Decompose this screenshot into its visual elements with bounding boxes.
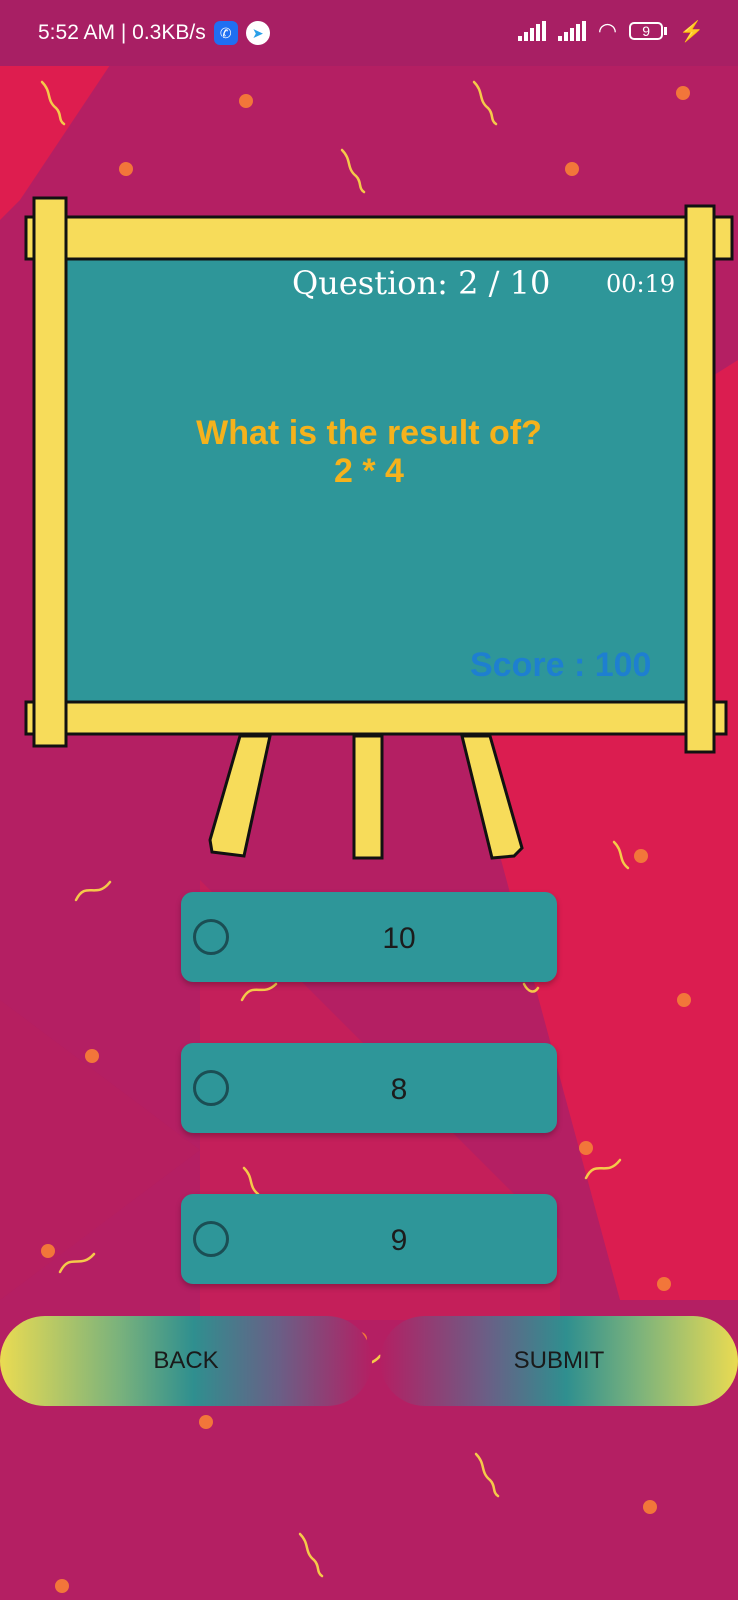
answer-option[interactable]: 9 — [181, 1194, 557, 1284]
answer-option-label: 8 — [390, 1073, 408, 1106]
prompt-expression: 2 * 4 — [334, 452, 404, 490]
answer-option-label: 9 — [390, 1224, 408, 1257]
submit-button-label: SUBMIT — [513, 1347, 605, 1374]
prompt-text: What is the result of? — [196, 414, 542, 452]
answer-option-label: 10 — [382, 922, 416, 955]
question-counter: Question: 2 / 10 — [292, 264, 551, 302]
back-button[interactable]: BACK — [0, 1316, 372, 1406]
back-button-label: BACK — [153, 1347, 219, 1374]
answer-option[interactable]: 8 — [181, 1043, 557, 1133]
score: Score : 100 — [470, 646, 652, 684]
timer: 00:19 — [606, 270, 676, 298]
submit-button[interactable]: SUBMIT — [380, 1316, 738, 1406]
question-prompt: What is the result of? 2 * 4 — [66, 414, 672, 490]
chalkboard-easel: Question: 2 / 10 00:19 What is the resul… — [0, 0, 738, 900]
answer-option[interactable]: 10 — [181, 892, 557, 982]
